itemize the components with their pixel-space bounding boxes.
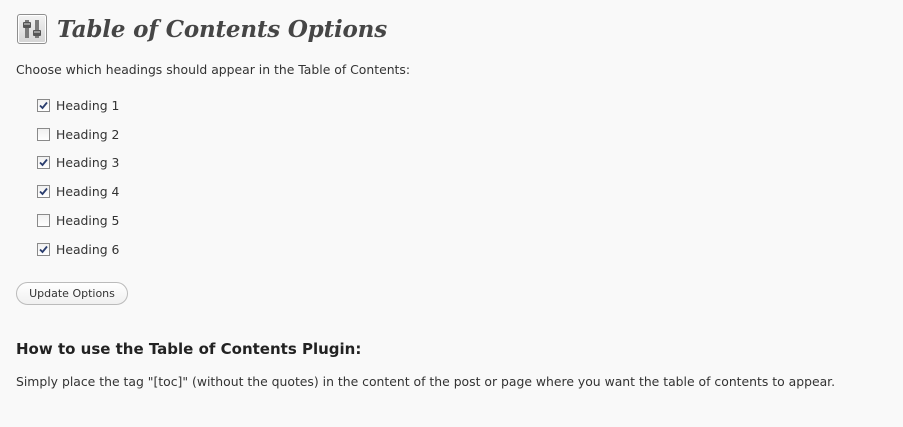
- heading-3-checkbox[interactable]: [37, 156, 50, 170]
- page-title: Table of Contents Options: [57, 15, 387, 43]
- options-page: Table of Contents Options Choose which h…: [0, 0, 903, 427]
- heading-option-1[interactable]: Heading 1: [37, 91, 119, 120]
- heading-option-4[interactable]: Heading 4: [37, 177, 119, 206]
- heading-option-5[interactable]: Heading 5: [37, 206, 119, 235]
- heading-4-checkbox[interactable]: [37, 185, 50, 199]
- howto-heading: How to use the Table of Contents Plugin:: [16, 340, 362, 358]
- heading-4-label[interactable]: Heading 4: [56, 184, 119, 199]
- heading-5-label[interactable]: Heading 5: [56, 213, 119, 228]
- howto-text: Simply place the tag "[toc]" (without th…: [16, 374, 836, 389]
- heading-1-label[interactable]: Heading 1: [56, 98, 119, 113]
- heading-5-checkbox[interactable]: [37, 214, 50, 228]
- heading-option-3[interactable]: Heading 3: [37, 149, 119, 178]
- heading-options-list: Heading 1 Heading 2 Heading 3 Heading 4 …: [37, 91, 119, 264]
- heading-6-checkbox[interactable]: [37, 242, 50, 256]
- heading-2-label[interactable]: Heading 2: [56, 127, 119, 142]
- heading-6-label[interactable]: Heading 6: [56, 242, 119, 257]
- settings-sliders-icon: [17, 14, 47, 44]
- page-header: Table of Contents Options: [17, 12, 387, 46]
- heading-2-checkbox[interactable]: [37, 127, 50, 141]
- heading-option-2[interactable]: Heading 2: [37, 120, 119, 149]
- heading-3-label[interactable]: Heading 3: [56, 155, 119, 170]
- update-options-button[interactable]: Update Options: [16, 282, 128, 305]
- heading-option-6[interactable]: Heading 6: [37, 235, 119, 264]
- headings-instructions: Choose which headings should appear in t…: [16, 62, 411, 77]
- heading-1-checkbox[interactable]: [37, 98, 50, 112]
